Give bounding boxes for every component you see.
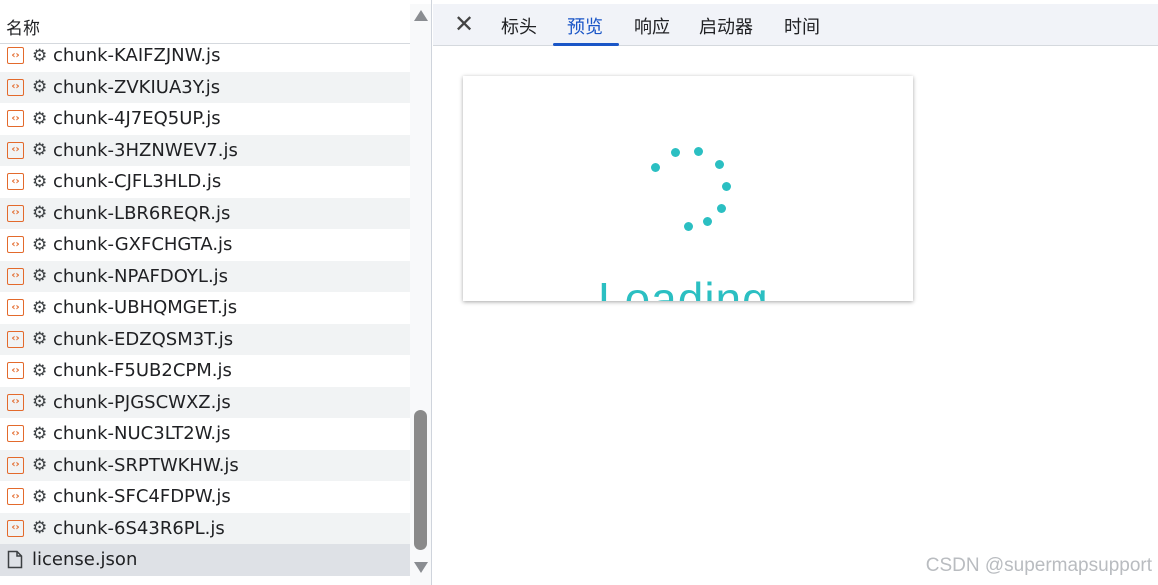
close-icon[interactable]: ✕ bbox=[453, 12, 475, 36]
request-row[interactable]: ‹› ⚙ chunk-NPAFDOYL.js bbox=[0, 260, 410, 292]
request-name: chunk-UBHQMGET.js bbox=[53, 297, 238, 319]
tab-timing[interactable]: 时间 bbox=[784, 13, 820, 39]
request-row[interactable]: ‹› ⚙ chunk-SRPTWKHW.js bbox=[0, 449, 410, 481]
script-file-icon: ‹› bbox=[7, 236, 24, 254]
gear-icon: ⚙ bbox=[32, 203, 48, 224]
gear-icon: ⚙ bbox=[32, 329, 48, 350]
gear-icon: ⚙ bbox=[32, 392, 48, 413]
script-file-icon: ‹› bbox=[7, 78, 24, 96]
script-file-icon: ‹› bbox=[7, 425, 24, 443]
request-name: chunk-CJFL3HLD.js bbox=[53, 171, 222, 193]
gear-icon: ⚙ bbox=[32, 455, 48, 476]
gear-icon: ⚙ bbox=[32, 108, 48, 129]
script-file-icon: ‹› bbox=[7, 393, 24, 411]
request-name: license.json bbox=[32, 549, 138, 571]
gear-icon: ⚙ bbox=[32, 423, 48, 444]
spinner-dot bbox=[651, 163, 660, 172]
request-row[interactable]: ‹› ⚙ chunk-GXFCHGTA.js bbox=[0, 229, 410, 261]
script-file-icon: ‹› bbox=[7, 47, 24, 65]
request-name: chunk-EDZQSM3T.js bbox=[53, 328, 234, 350]
preview-frame: Loading bbox=[463, 76, 913, 301]
request-name: chunk-F5UB2CPM.js bbox=[53, 360, 232, 382]
request-name: chunk-SFC4FDPW.js bbox=[53, 486, 231, 508]
request-row[interactable]: ‹› ⚙ chunk-EDZQSM3T.js bbox=[0, 323, 410, 355]
gear-icon: ⚙ bbox=[32, 45, 48, 66]
script-file-icon: ‹› bbox=[7, 204, 24, 222]
gear-icon: ⚙ bbox=[32, 266, 48, 287]
request-name: chunk-LBR6REQR.js bbox=[53, 202, 231, 224]
tab-response[interactable]: 响应 bbox=[634, 13, 670, 39]
name-column-label: 名称 bbox=[6, 19, 40, 39]
request-name: chunk-NUC3LT2W.js bbox=[53, 423, 231, 445]
active-tab-indicator bbox=[553, 43, 619, 46]
gear-icon: ⚙ bbox=[32, 518, 48, 539]
spinner-dot bbox=[671, 148, 680, 157]
details-tab-bar: ✕ 标头 预览 响应 启动器 时间 bbox=[433, 4, 1158, 46]
request-name: chunk-PJGSCWXZ.js bbox=[53, 391, 231, 413]
tab-initiator[interactable]: 启动器 bbox=[699, 13, 753, 39]
tab-headers[interactable]: 标头 bbox=[501, 13, 537, 39]
script-file-icon: ‹› bbox=[7, 173, 24, 191]
document-file-icon bbox=[7, 551, 23, 569]
spinner-dot bbox=[722, 182, 731, 191]
gear-icon: ⚙ bbox=[32, 297, 48, 318]
request-row[interactable]: ‹› ⚙ chunk-KAIFZJNW.js bbox=[0, 40, 410, 72]
name-column-header[interactable]: 名称 bbox=[0, 4, 410, 44]
scrollbar[interactable] bbox=[410, 4, 431, 585]
request-name: chunk-6S43R6PL.js bbox=[53, 517, 225, 539]
gear-icon: ⚙ bbox=[32, 486, 48, 507]
script-file-icon: ‹› bbox=[7, 519, 24, 537]
script-file-icon: ‹› bbox=[7, 330, 24, 348]
request-row[interactable]: ‹› ⚙ chunk-PJGSCWXZ.js bbox=[0, 386, 410, 418]
request-name: chunk-SRPTWKHW.js bbox=[53, 454, 239, 476]
request-row[interactable]: ‹› ⚙ chunk-LBR6REQR.js bbox=[0, 197, 410, 229]
request-row[interactable]: ‹› ⚙ chunk-UBHQMGET.js bbox=[0, 292, 410, 324]
details-panel: ✕ 标头 预览 响应 启动器 时间 Loading CSDN @supermap… bbox=[433, 0, 1158, 585]
tab-preview[interactable]: 预览 bbox=[567, 13, 603, 39]
request-name: chunk-4J7EQ5UP.js bbox=[53, 108, 221, 130]
gear-icon: ⚙ bbox=[32, 234, 48, 255]
request-row[interactable]: ‹› ⚙ chunk-F5UB2CPM.js bbox=[0, 355, 410, 387]
gear-icon: ⚙ bbox=[32, 77, 48, 98]
request-name: chunk-KAIFZJNW.js bbox=[53, 45, 221, 67]
scrollbar-thumb[interactable] bbox=[414, 410, 427, 550]
request-row[interactable]: license.json bbox=[0, 544, 410, 576]
request-row[interactable]: ‹› ⚙ chunk-4J7EQ5UP.js bbox=[0, 103, 410, 135]
spinner-dot bbox=[715, 160, 724, 169]
script-file-icon: ‹› bbox=[7, 362, 24, 380]
request-name: chunk-3HZNWEV7.js bbox=[53, 139, 238, 161]
request-row[interactable]: ‹› ⚙ chunk-3HZNWEV7.js bbox=[0, 134, 410, 166]
request-list-panel: 名称 ‹› ⚙ chunk-KAIFZJNW.js ‹› ⚙ chunk-ZVKIUA3Y… bbox=[0, 0, 432, 585]
loading-spinner-icon bbox=[463, 76, 913, 301]
spinner-dot bbox=[694, 147, 703, 156]
request-name: chunk-ZVKIUA3Y.js bbox=[53, 76, 221, 98]
watermark: CSDN @supermapsupport bbox=[925, 555, 1152, 576]
script-file-icon: ‹› bbox=[7, 141, 24, 159]
spinner-dot bbox=[717, 204, 726, 213]
script-file-icon: ‹› bbox=[7, 110, 24, 128]
request-row[interactable]: ‹› ⚙ chunk-NUC3LT2W.js bbox=[0, 418, 410, 450]
request-row[interactable]: ‹› ⚙ chunk-SFC4FDPW.js bbox=[0, 481, 410, 513]
gear-icon: ⚙ bbox=[32, 360, 48, 381]
gear-icon: ⚙ bbox=[32, 171, 48, 192]
request-name: chunk-NPAFDOYL.js bbox=[53, 265, 229, 287]
gear-icon: ⚙ bbox=[32, 140, 48, 161]
spinner-dot bbox=[703, 217, 712, 226]
script-file-icon: ‹› bbox=[7, 488, 24, 506]
loading-text: Loading bbox=[598, 273, 769, 301]
request-name: chunk-GXFCHGTA.js bbox=[53, 234, 233, 256]
request-row[interactable]: ‹› ⚙ chunk-ZVKIUA3Y.js bbox=[0, 71, 410, 103]
script-file-icon: ‹› bbox=[7, 456, 24, 474]
spinner-dot bbox=[684, 222, 693, 231]
request-row[interactable]: ‹› ⚙ chunk-CJFL3HLD.js bbox=[0, 166, 410, 198]
scroll-up-arrow-icon[interactable] bbox=[414, 10, 428, 21]
request-row[interactable]: ‹› ⚙ chunk-6S43R6PL.js bbox=[0, 512, 410, 544]
scroll-down-arrow-icon[interactable] bbox=[414, 562, 428, 573]
script-file-icon: ‹› bbox=[7, 299, 24, 317]
script-file-icon: ‹› bbox=[7, 267, 24, 285]
